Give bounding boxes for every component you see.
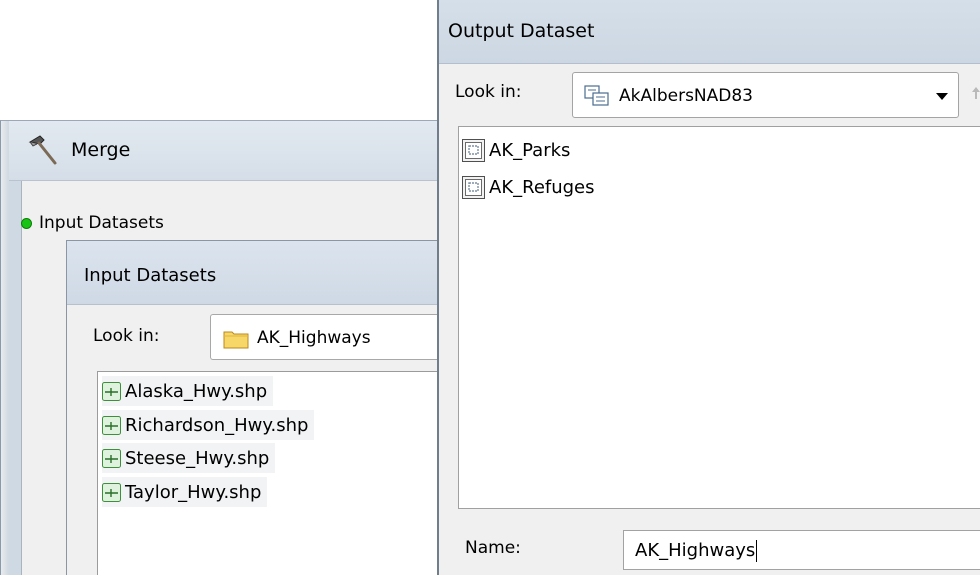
line-shapefile-icon bbox=[102, 381, 121, 401]
line-shapefile-icon bbox=[102, 448, 121, 468]
window-edge bbox=[1, 121, 9, 575]
feature-class-icon bbox=[462, 138, 485, 162]
input-datasets-dialog: Input Datasets Look in: AK_Highways Alas… bbox=[66, 240, 441, 575]
output-look-in-label: Look in: bbox=[455, 82, 522, 102]
line-shapefile-icon bbox=[102, 415, 121, 435]
file-name: Richardson_Hwy.shp bbox=[125, 414, 309, 436]
output-dialog-titlebar[interactable]: Output Dataset bbox=[439, 0, 980, 64]
line-shapefile-icon bbox=[102, 482, 121, 502]
list-item[interactable]: Taylor_Hwy.shp bbox=[102, 477, 268, 507]
list-item[interactable]: AK_Parks bbox=[462, 135, 570, 165]
output-look-in-dropdown[interactable]: AkAlbersNAD83 bbox=[572, 72, 959, 118]
file-name: Taylor_Hwy.shp bbox=[125, 481, 262, 503]
chevron-down-icon[interactable] bbox=[936, 93, 948, 100]
name-input-value: AK_Highways bbox=[635, 540, 758, 562]
item-name: AK_Refuges bbox=[489, 176, 595, 198]
output-dialog-title: Output Dataset bbox=[448, 20, 595, 42]
input-datasets-label: Input Datasets bbox=[39, 213, 164, 233]
input-dialog-titlebar[interactable]: Input Datasets bbox=[67, 241, 441, 305]
text-cursor bbox=[756, 540, 758, 562]
list-item[interactable]: Alaska_Hwy.shp bbox=[102, 376, 274, 406]
merge-titlebar[interactable]: Merge bbox=[9, 121, 441, 181]
input-file-list[interactable]: Alaska_Hwy.shp Richardson_Hwy.shp Steese… bbox=[97, 371, 441, 575]
input-dialog-title: Input Datasets bbox=[84, 265, 217, 286]
list-item[interactable]: Steese_Hwy.shp bbox=[102, 443, 276, 473]
output-file-list[interactable]: AK_Parks AK_Refuges bbox=[458, 126, 980, 509]
input-look-in-dropdown[interactable]: AK_Highways bbox=[210, 314, 441, 360]
item-name: AK_Parks bbox=[489, 139, 571, 161]
file-name: Steese_Hwy.shp bbox=[125, 447, 270, 469]
folder-icon bbox=[223, 331, 249, 349]
output-dataset-dialog: Output Dataset Look in: AkAlbersNAD83 AK… bbox=[437, 0, 980, 575]
input-datasets-parameter: Input Datasets bbox=[21, 211, 164, 235]
feature-dataset-icon bbox=[584, 85, 609, 106]
hammer-icon bbox=[28, 135, 57, 165]
required-status-dot-icon bbox=[21, 217, 32, 229]
file-name: Alaska_Hwy.shp bbox=[125, 380, 268, 402]
merge-window-title: Merge bbox=[71, 139, 131, 161]
output-look-in-value: AkAlbersNAD83 bbox=[619, 86, 753, 106]
name-input[interactable]: AK_Highways bbox=[623, 530, 980, 570]
name-input-text: AK_Highways bbox=[635, 540, 756, 561]
up-one-level-icon[interactable] bbox=[971, 86, 980, 100]
list-item[interactable]: AK_Refuges bbox=[462, 172, 595, 202]
input-look-in-label: Look in: bbox=[93, 326, 160, 346]
feature-class-icon bbox=[462, 175, 485, 199]
input-look-in-value: AK_Highways bbox=[257, 328, 371, 348]
name-label: Name: bbox=[465, 538, 521, 558]
list-item[interactable]: Richardson_Hwy.shp bbox=[102, 410, 315, 440]
